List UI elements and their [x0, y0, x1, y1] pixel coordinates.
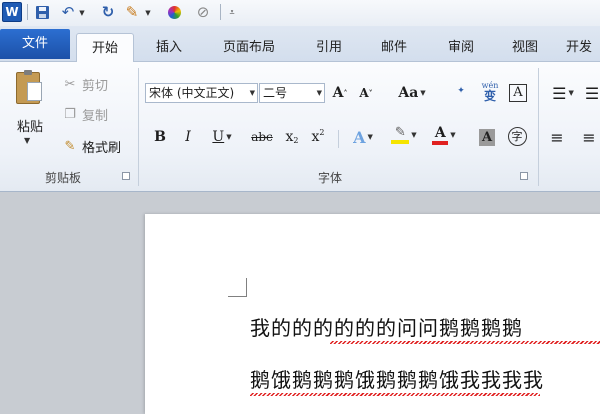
font-launcher-icon[interactable]: [520, 172, 528, 180]
underline-icon: U: [212, 129, 225, 145]
group-separator: [138, 68, 139, 186]
tab-file[interactable]: 文件: [0, 29, 70, 59]
superscript-icon: x: [311, 129, 320, 145]
ribbon-tab-bar: 文件 开始 插入 页面布局 引用 邮件 审阅 视图 开发: [0, 26, 600, 63]
font-size-value: 二号: [263, 86, 288, 100]
border-letter: A: [509, 84, 527, 102]
paste-label[interactable]: 粘贴: [12, 116, 48, 135]
format-painter-button[interactable]: ✎ 格式刷: [62, 135, 121, 157]
align-left-button[interactable]: ≡: [546, 126, 568, 148]
save-icon[interactable]: [33, 3, 51, 22]
enclose-characters-button[interactable]: 字: [505, 125, 529, 147]
align-center-icon: ≡: [582, 127, 596, 147]
phonetic-guide-button[interactable]: wén 变: [477, 80, 503, 102]
highlighter-icon: ✎: [391, 126, 410, 144]
tab-references[interactable]: 引用: [306, 33, 352, 62]
tab-insert[interactable]: 插入: [146, 33, 192, 62]
margin-corner-mark: [228, 278, 247, 297]
copy-label: 复制: [82, 108, 109, 124]
word-app-icon[interactable]: W: [2, 2, 22, 22]
qat-separator: [27, 4, 28, 20]
row-separator: [338, 130, 339, 148]
bullet-list-icon: ☰: [552, 83, 567, 103]
format-painter-icon: ✎: [64, 138, 76, 154]
character-border-button[interactable]: A: [507, 82, 529, 104]
font-name-dropdown[interactable]: 宋体 (中文正文) ▼: [145, 83, 258, 103]
align-center-button[interactable]: ≡: [578, 126, 600, 148]
copy-button[interactable]: ❐ 复制: [62, 103, 108, 125]
text-effects-icon: A: [353, 127, 366, 147]
repeat-icon[interactable]: ↻: [99, 3, 117, 22]
eraser-icon: ✦: [457, 85, 465, 96]
copy-icon: ❐: [64, 106, 76, 122]
quick-access-toolbar: W ↶ ▼ ↻ ✎ ▼ ⊘ ⩡: [0, 0, 600, 26]
text-effects-button[interactable]: A ▼: [348, 126, 378, 148]
qat-separator: [220, 4, 221, 20]
subscript-icon: x: [285, 129, 294, 145]
color-wheel-icon[interactable]: [165, 3, 183, 22]
tab-page-layout[interactable]: 页面布局: [212, 33, 286, 62]
chevron-down-icon: ▼: [249, 89, 255, 97]
font-name-value: 宋体 (中文正文): [149, 86, 235, 100]
cut-label: 剪切: [82, 78, 109, 94]
subscript-button[interactable]: x2: [282, 126, 302, 148]
grow-font-icon: A: [332, 85, 344, 101]
clipboard-launcher-icon[interactable]: [122, 172, 130, 180]
shrink-font-icon: A: [359, 86, 369, 100]
font-color-icon: A: [432, 126, 449, 145]
undo-icon[interactable]: ↶: [59, 3, 77, 22]
customize-qat-icon[interactable]: ⩡: [228, 3, 236, 22]
paste-dropdown-arrow[interactable]: ▼: [24, 136, 30, 145]
group-separator: [538, 68, 539, 186]
change-case-button[interactable]: Aa ▼: [395, 82, 429, 104]
shrink-font-button[interactable]: A ˅: [356, 82, 376, 104]
tab-view[interactable]: 视图: [502, 33, 548, 62]
paintbrush-dropdown-arrow[interactable]: ▼: [144, 3, 152, 22]
document-text-line-1[interactable]: 我的的的的的的问问鹅鹅鹅鹅: [250, 312, 523, 341]
strikethrough-icon[interactable]: ⊘: [194, 3, 212, 22]
change-case-icon: Aa: [398, 85, 419, 101]
highlight-button[interactable]: ✎ ▼: [386, 124, 422, 146]
chevron-down-icon: ▼: [316, 89, 322, 97]
clipboard-icon: [16, 70, 42, 104]
shading-letter: A: [478, 128, 496, 146]
italic-button[interactable]: I: [179, 126, 197, 148]
character-shading-button[interactable]: A: [476, 126, 498, 148]
cut-button[interactable]: ✂ 剪切: [62, 73, 108, 95]
tab-developer[interactable]: 开发: [566, 33, 600, 62]
spelling-error-underline: [250, 393, 540, 396]
font-size-dropdown[interactable]: 二号 ▼: [259, 83, 325, 103]
scissors-icon: ✂: [64, 76, 76, 92]
paintbrush-icon[interactable]: ✎: [123, 3, 141, 22]
ribbon-home-panel: 粘贴 ▼ ✂ 剪切 ❐ 复制 ✎ 格式刷 剪贴板 宋体 (中文正文) ▼ 二号 …: [0, 62, 600, 192]
undo-dropdown-arrow[interactable]: ▼: [78, 3, 86, 22]
superscript-button[interactable]: x2: [308, 126, 328, 148]
format-painter-label: 格式刷: [82, 140, 122, 156]
underline-button[interactable]: U ▼: [207, 126, 237, 148]
font-color-button[interactable]: A ▼: [428, 124, 460, 146]
bullets-button[interactable]: ☰ ▼: [548, 82, 578, 104]
tab-mailings[interactable]: 邮件: [371, 33, 417, 62]
clipboard-group-label: 剪贴板: [44, 171, 81, 185]
font-group-label: 字体: [317, 171, 342, 185]
tab-home[interactable]: 开始: [76, 33, 134, 63]
numbered-list-icon: ☰: [584, 83, 600, 103]
strikethrough-button[interactable]: abc: [249, 126, 275, 148]
enclose-char-icon: 字: [507, 126, 527, 146]
tab-review[interactable]: 审阅: [438, 33, 484, 62]
grow-font-button[interactable]: A ˄: [330, 82, 350, 104]
document-text-line-2[interactable]: 鹅饿鹅鹅鹅饿鹅鹅鹅饿我我我我: [250, 364, 544, 393]
align-left-icon: ≡: [550, 127, 564, 147]
paste-button[interactable]: [12, 70, 46, 110]
spelling-error-underline: [330, 341, 600, 344]
clear-formatting-button[interactable]: ✦: [448, 80, 474, 102]
numbering-button[interactable]: ☰: [584, 82, 600, 104]
bold-button[interactable]: B: [151, 126, 169, 148]
pinyin-base-char: 变: [483, 89, 496, 103]
